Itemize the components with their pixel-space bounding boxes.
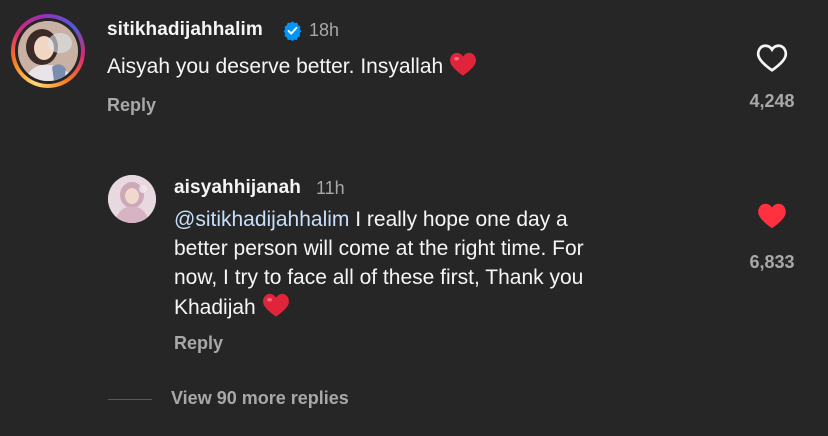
reply-like-count: 6,833 <box>749 252 795 272</box>
verified-badge-icon <box>283 21 302 41</box>
avatar-photo-icon <box>18 21 78 81</box>
reply-line-2: better person will come at the right tim… <box>174 237 584 260</box>
reply-timestamp: 11h <box>316 178 345 198</box>
comment-text: Aisyah you deserve better. Insyallah <box>107 51 477 81</box>
replier-avatar-photo-icon <box>108 175 156 223</box>
red-heart-emoji-icon <box>450 52 477 76</box>
comment-body: Aisyah you deserve better. Insyallah <box>107 55 444 78</box>
reply-line-1-text: I really hope one day a <box>349 208 568 231</box>
reply-line-4: Khadijah <box>174 292 584 322</box>
reply-line-3: now, I try to face all of these first, T… <box>174 266 584 289</box>
red-heart-emoji-icon <box>262 293 289 317</box>
comment-timestamp: 18h <box>309 20 340 40</box>
commenter-username[interactable]: sitikhadijahhalim <box>107 19 263 41</box>
reply-line-1: @sitikhadijahhalim I really hope one day… <box>174 205 584 234</box>
reply-reply-button[interactable]: Reply <box>174 333 223 354</box>
replier-avatar[interactable] <box>108 175 156 223</box>
reply-text: @sitikhadijahhalim I really hope one day… <box>174 205 584 322</box>
comments-thread: sitikhadijahhalim 18h Aisyah you deserve… <box>0 0 828 436</box>
heart-icon[interactable] <box>755 43 789 73</box>
comment-like-count: 4,248 <box>749 91 795 111</box>
commenter-avatar[interactable] <box>11 14 85 88</box>
replier-username[interactable]: aisyahhijanah <box>174 177 301 199</box>
view-more-replies-button[interactable]: View 90 more replies <box>171 388 349 409</box>
mention-link[interactable]: @sitikhadijahhalim <box>174 208 349 231</box>
liked-heart-icon[interactable] <box>755 201 789 231</box>
reply-line-4-text: Khadijah <box>174 296 256 319</box>
reply-button[interactable]: Reply <box>107 95 156 116</box>
view-replies-divider <box>108 399 152 400</box>
